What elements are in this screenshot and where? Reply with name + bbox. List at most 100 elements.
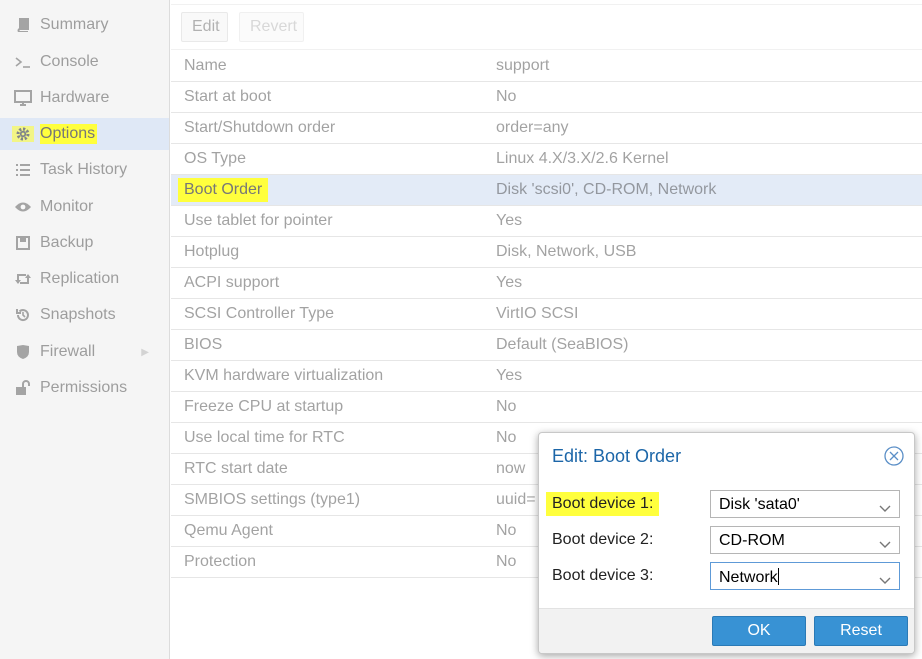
option-key: Boot Order xyxy=(178,178,269,202)
ok-button[interactable]: OK xyxy=(712,616,806,646)
boot-device-2-row: Boot device 2: CD-ROM xyxy=(552,526,902,556)
boot-device-2-label: Boot device 2: xyxy=(552,531,654,548)
boot-device-3-value: Network xyxy=(719,569,778,586)
sidebar-item-backup[interactable]: Backup xyxy=(0,227,169,259)
option-key: KVM hardware virtualization xyxy=(184,367,384,384)
sidebar-item-hardware[interactable]: Hardware xyxy=(0,82,169,114)
boot-device-1-label: Boot device 1: xyxy=(546,492,660,516)
sidebar-item-options[interactable]: Options xyxy=(0,118,169,150)
sidebar-item-firewall[interactable]: Firewall ▶ xyxy=(0,336,169,368)
option-value: support xyxy=(496,57,550,74)
sidebar: Summary Console Hardware Options Task Hi… xyxy=(0,0,170,659)
option-key: Qemu Agent xyxy=(184,522,273,539)
option-key: Hotplug xyxy=(184,243,240,260)
option-key: Start/Shutdown order xyxy=(184,119,336,136)
sidebar-item-label: Console xyxy=(40,53,99,70)
eye-icon xyxy=(12,201,34,213)
gear-icon xyxy=(12,126,34,142)
table-row[interactable]: Start at boot No xyxy=(171,82,922,113)
option-value: No xyxy=(496,522,517,539)
chevron-down-icon[interactable] xyxy=(879,500,891,518)
boot-device-3-label: Boot device 3: xyxy=(552,567,654,584)
sidebar-item-console[interactable]: Console xyxy=(0,46,169,78)
table-row[interactable]: Start/Shutdown order order=any xyxy=(171,113,922,144)
book-icon xyxy=(12,18,34,32)
monitor-icon xyxy=(12,90,34,106)
table-row[interactable]: Hotplug Disk, Network, USB xyxy=(171,237,922,268)
sidebar-item-label: Snapshots xyxy=(40,306,116,323)
table-row[interactable]: Use tablet for pointer Yes xyxy=(171,206,922,237)
floppy-icon xyxy=(12,236,34,250)
boot-device-2-select[interactable]: CD-ROM xyxy=(710,526,900,554)
option-value: now xyxy=(496,460,526,477)
edit-boot-order-dialog: Edit: Boot Order Boot device 1: Disk 'sa… xyxy=(538,432,915,654)
option-value: Disk, Network, USB xyxy=(496,243,637,260)
option-value: Yes xyxy=(496,212,523,229)
dialog-title: Edit: Boot Order xyxy=(552,446,682,466)
option-key: Use tablet for pointer xyxy=(184,212,333,229)
option-key: RTC start date xyxy=(184,460,288,477)
option-key: ACPI support xyxy=(184,274,280,291)
option-value: VirtIO SCSI xyxy=(496,305,579,322)
sidebar-item-summary[interactable]: Summary xyxy=(0,9,169,41)
option-value: No xyxy=(496,553,517,570)
boot-device-1-select[interactable]: Disk 'sata0' xyxy=(710,490,900,518)
table-row[interactable]: BIOS Default (SeaBIOS) xyxy=(171,330,922,361)
list-icon xyxy=(12,163,34,177)
sidebar-item-label: Firewall xyxy=(40,343,96,360)
reset-button[interactable]: Reset xyxy=(814,616,908,646)
table-row[interactable]: Freeze CPU at startup No xyxy=(171,392,922,423)
option-key: SMBIOS settings (type1) xyxy=(184,491,361,508)
unlock-icon xyxy=(12,380,34,396)
edit-button[interactable]: Edit xyxy=(181,12,228,42)
table-row[interactable]: Name support xyxy=(171,51,922,82)
sidebar-item-label: Task History xyxy=(40,161,128,178)
sidebar-item-label: Summary xyxy=(40,16,109,33)
table-row[interactable]: OS Type Linux 4.X/3.X/2.6 Kernel xyxy=(171,144,922,175)
sidebar-item-label: Replication xyxy=(40,270,120,287)
table-row[interactable]: SCSI Controller Type VirtIO SCSI xyxy=(171,299,922,330)
option-key: Protection xyxy=(184,553,257,570)
boot-device-2-value: CD-ROM xyxy=(719,532,785,549)
option-key: Freeze CPU at startup xyxy=(184,398,344,415)
boot-device-1-row: Boot device 1: Disk 'sata0' xyxy=(546,490,902,520)
chevron-down-icon[interactable] xyxy=(879,572,891,590)
text-cursor xyxy=(777,568,779,585)
option-key: SCSI Controller Type xyxy=(184,305,334,322)
close-icon[interactable] xyxy=(884,446,904,466)
dialog-footer: OK Reset xyxy=(539,608,914,653)
sidebar-item-label: Options xyxy=(40,124,98,144)
option-key: Name xyxy=(184,57,227,74)
table-row[interactable]: KVM hardware virtualization Yes xyxy=(171,361,922,392)
table-row[interactable]: ACPI support Yes xyxy=(171,268,922,299)
sidebar-item-label: Hardware xyxy=(40,89,110,106)
history-icon xyxy=(12,307,34,323)
option-value: No xyxy=(496,429,517,446)
sidebar-item-replication[interactable]: Replication xyxy=(0,263,169,295)
table-row-selected[interactable]: Boot Order Disk 'scsi0', CD-ROM, Network xyxy=(171,175,922,206)
sidebar-item-permissions[interactable]: Permissions xyxy=(0,372,169,404)
sidebar-item-label: Backup xyxy=(40,234,94,251)
sidebar-item-label: Permissions xyxy=(40,379,128,396)
boot-device-3-row: Boot device 3: Network xyxy=(552,562,902,592)
retweet-icon xyxy=(12,272,34,286)
option-value: order=any xyxy=(496,119,569,136)
option-key: OS Type xyxy=(184,150,246,167)
option-value: Yes xyxy=(496,367,523,384)
sidebar-item-snapshots[interactable]: Snapshots xyxy=(0,299,169,331)
option-value: Yes xyxy=(496,274,523,291)
boot-device-3-select[interactable]: Network xyxy=(710,562,900,590)
revert-button[interactable]: Revert xyxy=(239,12,304,42)
option-value: No xyxy=(496,88,517,105)
sidebar-item-label: Monitor xyxy=(40,198,94,215)
sidebar-item-task-history[interactable]: Task History xyxy=(0,154,169,186)
toolbar: Edit Revert xyxy=(171,4,922,50)
option-value: No xyxy=(496,398,517,415)
boot-device-1-value: Disk 'sata0' xyxy=(719,496,800,513)
option-value: uuid= xyxy=(496,491,536,508)
option-value: Default (SeaBIOS) xyxy=(496,336,629,353)
terminal-icon xyxy=(12,55,34,69)
option-value: Linux 4.X/3.X/2.6 Kernel xyxy=(496,150,669,167)
sidebar-item-monitor[interactable]: Monitor xyxy=(0,191,169,223)
chevron-down-icon[interactable] xyxy=(879,536,891,554)
